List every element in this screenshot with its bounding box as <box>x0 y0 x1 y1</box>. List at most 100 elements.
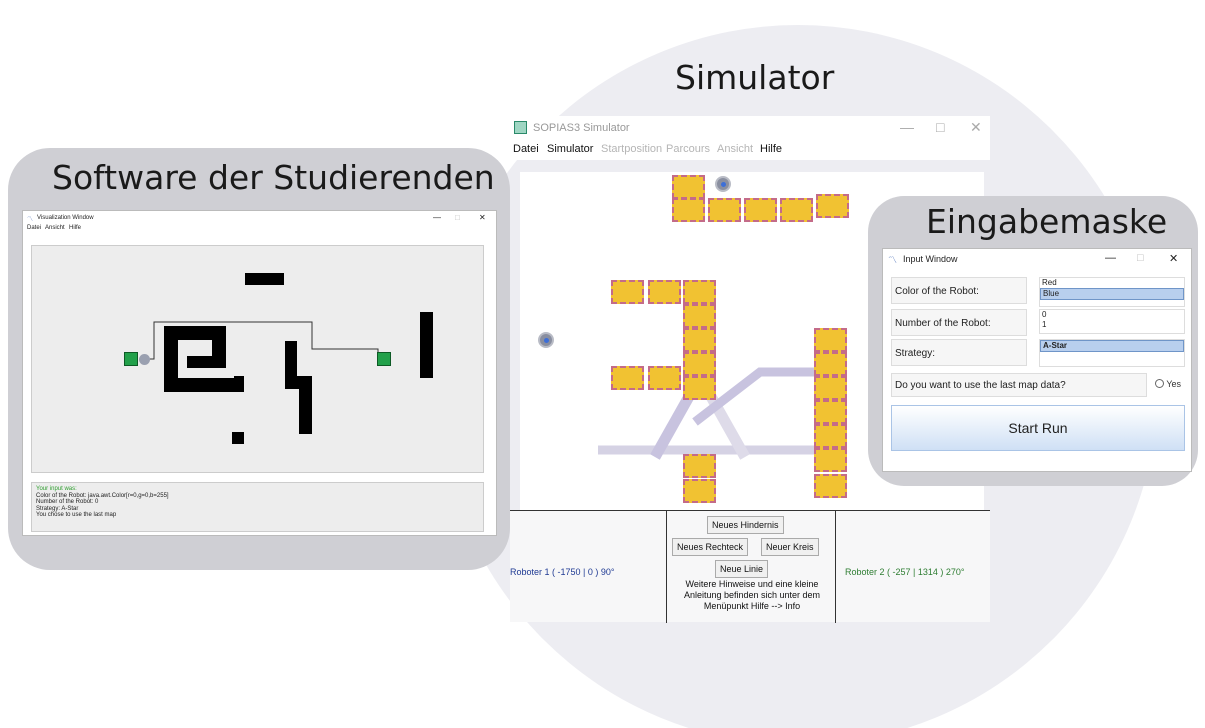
strategy-list[interactable]: A-Star <box>1039 339 1185 367</box>
color-list[interactable]: Red Blue <box>1039 277 1185 307</box>
yes-label: Yes <box>1166 379 1182 389</box>
number-list[interactable]: 0 1 <box>1039 309 1185 334</box>
eingabemaske-label: Eingabemaske <box>926 202 1168 241</box>
close-icon[interactable]: ✕ <box>1169 252 1178 265</box>
obstacle[interactable] <box>683 280 716 304</box>
obstacle[interactable] <box>672 175 705 199</box>
strategy-option-astar[interactable]: A-Star <box>1040 340 1184 352</box>
simulator-control-area: Roboter 1 ( -1750 | 0 ) 90° Neues Hinder… <box>510 510 990 623</box>
robot-icon <box>139 354 150 365</box>
menu-startposition[interactable]: Startposition <box>601 143 662 155</box>
obstacle[interactable] <box>683 479 716 503</box>
minimize-icon[interactable]: — <box>900 119 914 135</box>
obstacle-block <box>187 356 226 368</box>
obstacle[interactable] <box>683 352 716 376</box>
visualization-canvas <box>31 245 484 473</box>
hint-text: Weitere Hinweise und eine kleine Anleitu… <box>683 579 821 611</box>
obstacle-block <box>245 273 284 285</box>
new-line-button[interactable]: Neue Linie <box>715 560 769 578</box>
visualization-window: 〽 Visualization Window — □ ✕ Datei Ansic… <box>22 210 497 536</box>
obstacle-block <box>234 376 244 388</box>
obstacle[interactable] <box>611 366 644 390</box>
obstacle[interactable] <box>648 366 681 390</box>
menu-hilfe[interactable]: Hilfe <box>760 143 782 155</box>
viz-output-panel: Your input was: Color of the Robot: java… <box>31 482 484 532</box>
input-titlebar: 〽 Input Window — □ ✕ <box>883 249 1191 269</box>
maximize-icon[interactable]: □ <box>1137 252 1144 264</box>
menu-parcours[interactable]: Parcours <box>666 143 710 155</box>
obstacle-block <box>420 312 433 378</box>
app-icon <box>514 121 527 134</box>
menu-ansicht[interactable]: Ansicht <box>717 143 753 155</box>
output-line: You chose to use the last map <box>36 512 117 518</box>
maximize-icon[interactable]: □ <box>936 119 944 135</box>
menu-datei[interactable]: Datei <box>513 143 539 155</box>
color-option-blue[interactable]: Blue <box>1040 288 1184 300</box>
obstacle[interactable] <box>814 400 847 424</box>
simulator-titlebar: SOPIAS3 Simulator — □ ✕ <box>510 116 990 140</box>
stage: Simulator SOPIAS3 Simulator — □ ✕ Datei … <box>0 0 1205 728</box>
start-marker <box>124 352 138 366</box>
menu-datei[interactable]: Datei <box>27 225 41 231</box>
obstacle-block <box>299 376 312 434</box>
obstacle[interactable] <box>814 352 847 376</box>
number-label: Number of the Robot: <box>891 309 1027 336</box>
new-circle-button[interactable]: Neuer Kreis <box>761 538 819 556</box>
viz-title: Visualization Window <box>37 215 94 221</box>
obstacle[interactable] <box>814 474 847 498</box>
last-map-question: Do you want to use the last map data? <box>891 373 1147 397</box>
obstacle[interactable] <box>683 304 716 328</box>
menu-simulator[interactable]: Simulator <box>547 143 593 155</box>
radio-circle-icon[interactable] <box>1155 379 1164 388</box>
viz-menubar: Datei Ansicht Hilfe <box>23 225 496 235</box>
chart-icon: 〽 <box>888 255 898 265</box>
obstacle-block <box>232 432 244 444</box>
obstacle[interactable] <box>814 328 847 352</box>
color-option-red[interactable]: Red <box>1040 278 1184 288</box>
software-panel: 〽 Visualization Window — □ ✕ Datei Ansic… <box>8 148 510 570</box>
control-box: Neues Hindernis Neues Rechteck Neuer Kre… <box>666 511 836 623</box>
input-window: 〽 Input Window — □ ✕ Color of the Robot:… <box>882 248 1192 472</box>
robot2-status: Roboter 2 ( -257 | 1314 ) 270° <box>845 567 965 577</box>
chart-icon: 〽 <box>27 217 34 223</box>
obstacle[interactable] <box>672 198 705 222</box>
simulator-menubar: Datei Simulator Startposition Parcours A… <box>510 140 990 160</box>
strategy-label: Strategy: <box>891 339 1027 366</box>
obstacle-block <box>164 378 244 392</box>
simulator-title: SOPIAS3 Simulator <box>533 122 630 134</box>
color-label: Color of the Robot: <box>891 277 1027 304</box>
menu-ansicht[interactable]: Ansicht <box>45 225 65 231</box>
goal-marker <box>377 352 391 366</box>
obstacle[interactable] <box>683 454 716 478</box>
obstacle[interactable] <box>683 376 716 400</box>
menu-hilfe[interactable]: Hilfe <box>69 225 81 231</box>
obstacle-block <box>212 326 226 360</box>
simulator-label: Simulator <box>675 58 835 97</box>
obstacle[interactable] <box>683 328 716 352</box>
input-title: Input Window <box>903 254 958 264</box>
number-option-1[interactable]: 1 <box>1040 320 1184 330</box>
close-icon[interactable]: ✕ <box>970 119 982 136</box>
minimize-icon[interactable]: — <box>1105 252 1116 264</box>
obstacle[interactable] <box>814 448 847 472</box>
robot-2[interactable] <box>715 176 731 192</box>
obstacle[interactable] <box>780 198 813 222</box>
new-obstacle-button[interactable]: Neues Hindernis <box>707 516 784 534</box>
obstacle[interactable] <box>611 280 644 304</box>
viz-titlebar: 〽 Visualization Window — □ ✕ <box>23 211 496 225</box>
obstacle[interactable] <box>708 198 741 222</box>
minimize-icon[interactable]: — <box>433 213 441 222</box>
start-run-button[interactable]: Start Run <box>891 405 1185 451</box>
robot-1[interactable] <box>538 332 554 348</box>
obstacle[interactable] <box>744 198 777 222</box>
number-option-0[interactable]: 0 <box>1040 310 1184 320</box>
maximize-icon[interactable]: □ <box>455 213 460 222</box>
obstacle[interactable] <box>814 376 847 400</box>
obstacle[interactable] <box>814 424 847 448</box>
software-label: Software der Studierenden <box>52 158 495 197</box>
obstacle[interactable] <box>648 280 681 304</box>
close-icon[interactable]: ✕ <box>479 213 486 222</box>
new-rectangle-button[interactable]: Neues Rechteck <box>672 538 749 556</box>
obstacle[interactable] <box>816 194 849 218</box>
yes-radio[interactable]: Yes <box>1155 379 1181 389</box>
